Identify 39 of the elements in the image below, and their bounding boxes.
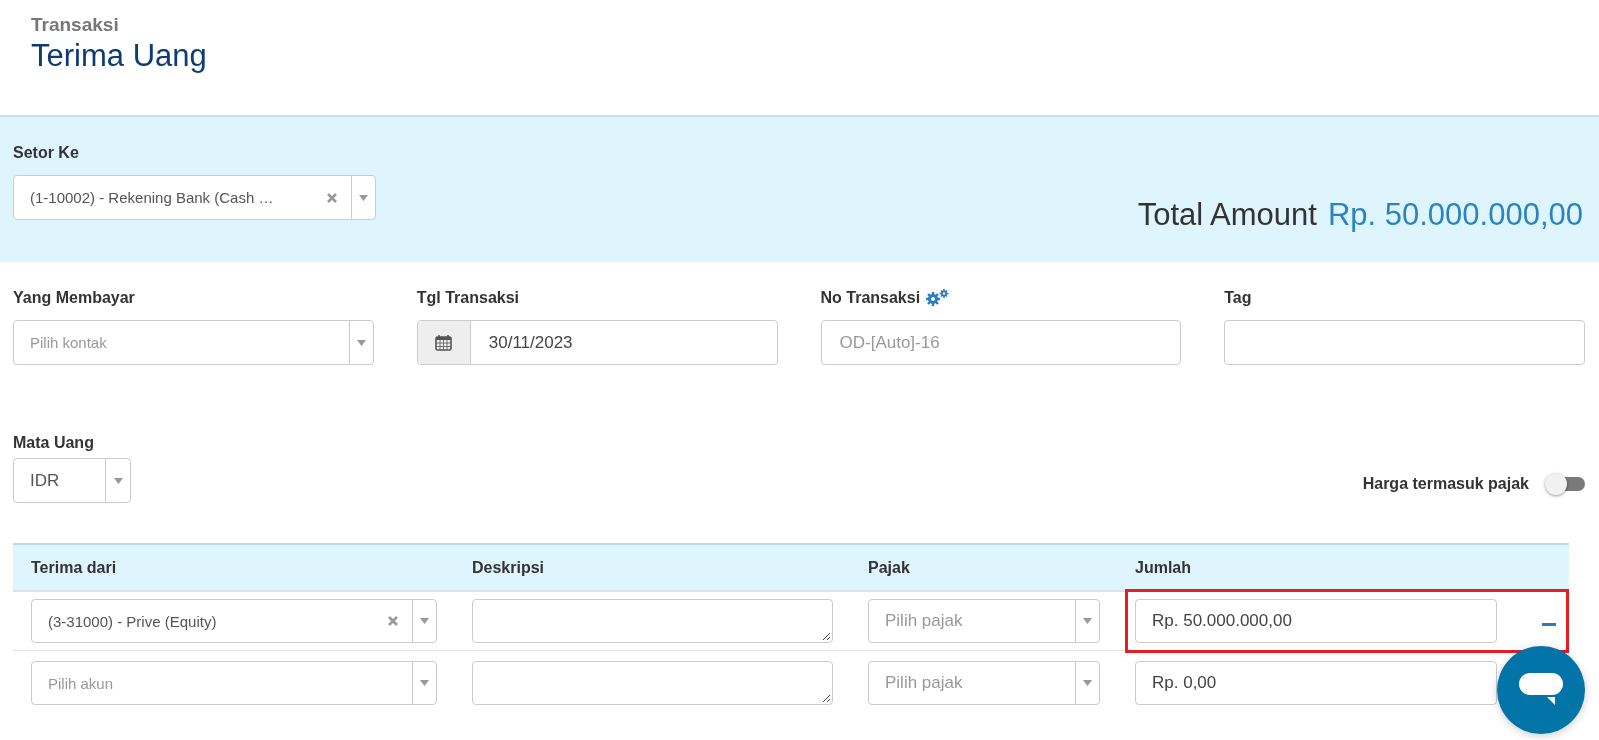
caret-icon — [356, 339, 366, 346]
calendar-icon[interactable] — [435, 334, 453, 351]
amount-field[interactable]: Rp. 0,00 — [1135, 661, 1497, 705]
field-label: Tgl Transaksi — [416, 289, 519, 307]
caret-icon — [359, 194, 368, 201]
chat-bubble-icon — [1519, 673, 1563, 707]
field-label: Setor Ke — [13, 143, 80, 163]
tax-toggle[interactable] — [1545, 473, 1585, 495]
column-header: Deskripsi — [472, 557, 546, 578]
amount-field[interactable]: Rp. 50.000.000,00 — [1135, 599, 1497, 643]
description-field[interactable] — [472, 599, 833, 643]
clear-icon[interactable] — [327, 192, 337, 203]
caret-icon — [113, 477, 123, 484]
clear-icon[interactable] — [388, 616, 398, 626]
currency-select[interactable]: IDR — [13, 458, 131, 503]
resize-grip-icon[interactable] — [822, 694, 830, 702]
total-label: Total Amount — [1137, 197, 1317, 234]
field-label: No Transaksi — [820, 289, 921, 307]
field-label: Tag — [1224, 289, 1252, 307]
account-select[interactable]: (3-31000) - Prive (Equity) — [31, 599, 437, 643]
total-amount: Rp. 50.000.000,00 — [1327, 197, 1583, 234]
caret-icon — [1083, 680, 1092, 686]
description-field[interactable] — [472, 661, 833, 705]
toggle-label: Harga termasuk pajak — [1362, 474, 1529, 494]
caret-icon — [420, 618, 429, 624]
field-label: Yang Membayar — [13, 289, 135, 307]
date-field[interactable]: 30/11/2023 — [416, 320, 778, 365]
page-title: Terima Uang — [31, 38, 208, 74]
text-field[interactable] — [1224, 320, 1585, 365]
breadcrumb[interactable]: Transaksi — [31, 14, 1599, 36]
resize-grip-icon[interactable] — [822, 632, 830, 640]
chat-button[interactable] — [1497, 646, 1585, 734]
account-select[interactable]: (1-10002) - Rekening Bank (Cash … — [13, 175, 376, 220]
caret-icon — [1083, 618, 1092, 624]
column-header: Terima dari — [31, 557, 118, 578]
column-header: Pajak — [868, 557, 911, 578]
field-label: Mata Uang — [13, 433, 95, 453]
caret-icon — [420, 680, 429, 686]
column-header: Jumlah — [1135, 557, 1192, 578]
